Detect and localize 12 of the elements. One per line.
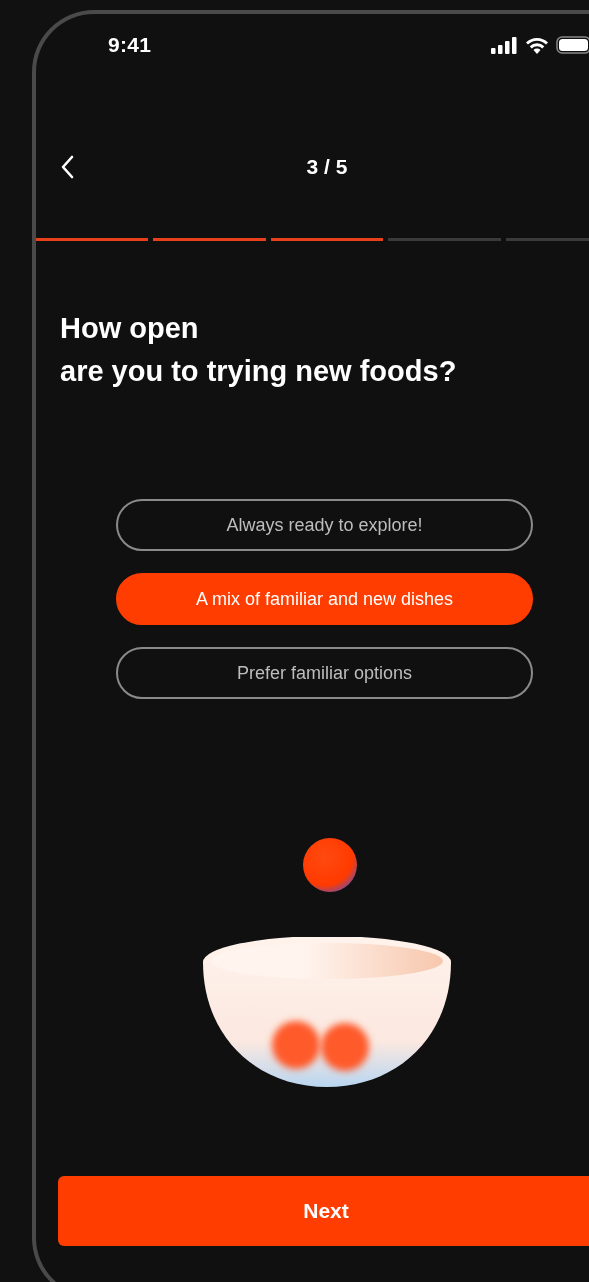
answer-option[interactable]: Always ready to explore! [116, 499, 533, 551]
question-title: How open are you to trying new foods? [60, 311, 458, 389]
step-counter: 3 / 5 [306, 155, 348, 179]
next-button[interactable]: Next [58, 1176, 589, 1246]
battery-icon [556, 36, 589, 54]
answer-option[interactable]: A mix of familiar and new dishes [116, 573, 533, 625]
wifi-icon [525, 36, 549, 54]
back-chevron-icon [60, 155, 74, 179]
falling-ball-drawing [302, 837, 358, 893]
answer-option[interactable]: Prefer familiar options [116, 647, 533, 699]
signal-icon [491, 36, 518, 54]
status-time: 9:41 [108, 33, 152, 57]
